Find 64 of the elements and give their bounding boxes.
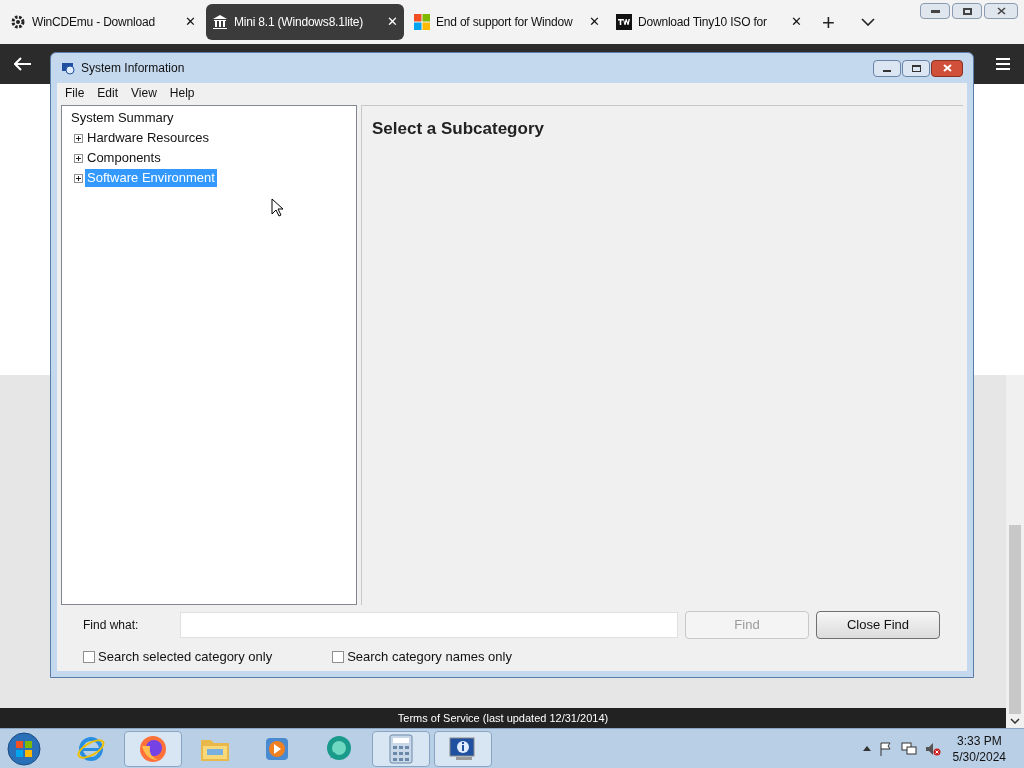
browser-tab[interactable]: Download Tiny10 ISO for ✕ — [610, 4, 808, 40]
maximize-button[interactable] — [902, 59, 930, 77]
checkbox[interactable] — [332, 650, 345, 663]
menu-item[interactable]: Help — [169, 84, 195, 102]
menu-item[interactable]: File — [65, 84, 85, 102]
firefox-icon — [138, 733, 168, 764]
new-tab-button[interactable]: + — [822, 5, 835, 39]
browser-tab[interactable]: WinCDEmu - Download ✕ — [4, 4, 202, 40]
checkbox[interactable] — [83, 650, 95, 663]
tree-item[interactable]: Components — [85, 149, 163, 167]
close-icon[interactable]: ✕ — [791, 12, 802, 32]
chevron-down-icon[interactable] — [860, 18, 875, 26]
window-title: System Information — [81, 60, 185, 77]
close-button[interactable] — [931, 59, 963, 77]
gear-icon — [10, 14, 26, 30]
building-icon — [212, 14, 228, 30]
mouse-cursor-icon — [271, 198, 284, 217]
close-icon[interactable]: ✕ — [185, 12, 196, 32]
browser-tab[interactable]: End of support for Window ✕ — [408, 4, 606, 40]
logo-icon — [616, 14, 632, 30]
windows-logo-icon — [414, 14, 430, 30]
calculator-icon — [388, 733, 414, 764]
checkbox-label[interactable]: Search selected category only — [98, 647, 273, 667]
taskbar-app[interactable] — [434, 730, 492, 767]
tab-title: WinCDEmu - Download — [32, 14, 156, 31]
tray-arrow-icon[interactable] — [862, 746, 871, 751]
scroll-down-icon[interactable] — [1010, 718, 1020, 724]
tab-title: Download Tiny10 ISO for — [638, 14, 768, 31]
menu-icon[interactable] — [996, 58, 1010, 70]
menu-item[interactable]: Edit — [97, 84, 119, 102]
taskbar-app[interactable] — [372, 730, 430, 767]
system-info-icon — [61, 61, 75, 75]
flag-icon[interactable] — [878, 741, 893, 756]
checkbox-label[interactable]: Search category names only — [347, 647, 512, 667]
minimize-button[interactable] — [920, 3, 950, 19]
tab-title: End of support for Window — [436, 14, 574, 31]
expand-icon[interactable] — [74, 133, 83, 143]
back-arrow-icon[interactable] — [14, 57, 32, 71]
close-icon[interactable]: ✕ — [387, 12, 398, 32]
clock-time: 3:33 PM — [956, 732, 1002, 749]
expand-icon[interactable] — [74, 153, 83, 163]
close-button[interactable] — [984, 3, 1018, 19]
panel-heading: Select a Subcategory — [372, 119, 544, 138]
tree-item[interactable]: System Summary — [69, 109, 176, 127]
close-icon[interactable]: ✕ — [589, 12, 600, 32]
find-field[interactable] — [180, 612, 678, 638]
close-icon — [996, 7, 1006, 15]
menu-item[interactable]: View — [131, 84, 157, 102]
browser-tab[interactable]: Mini 8.1 (Windows8.1lite) ✕ — [206, 4, 404, 40]
expand-icon[interactable] — [74, 173, 83, 183]
network-icon[interactable] — [900, 741, 917, 756]
taskbar-app[interactable] — [124, 730, 182, 767]
tab-title: Mini 8.1 (Windows8.1lite) — [234, 14, 365, 31]
start-button[interactable] — [4, 730, 44, 767]
close-icon — [942, 64, 952, 72]
terms-link[interactable]: Terms of Service (last updated 12/31/2014) — [397, 709, 609, 727]
minimize-button[interactable] — [873, 59, 901, 77]
scroll-thumb[interactable] — [1009, 525, 1021, 714]
restore-button[interactable] — [952, 3, 982, 19]
muted-speaker-icon[interactable] — [924, 741, 941, 756]
clock-date: 5/30/2024 — [952, 748, 1006, 765]
find-label: Find what: — [83, 617, 140, 634]
close-find-button[interactable]: Close Find — [816, 611, 940, 639]
tree-item[interactable]: Hardware Resources — [85, 129, 212, 147]
